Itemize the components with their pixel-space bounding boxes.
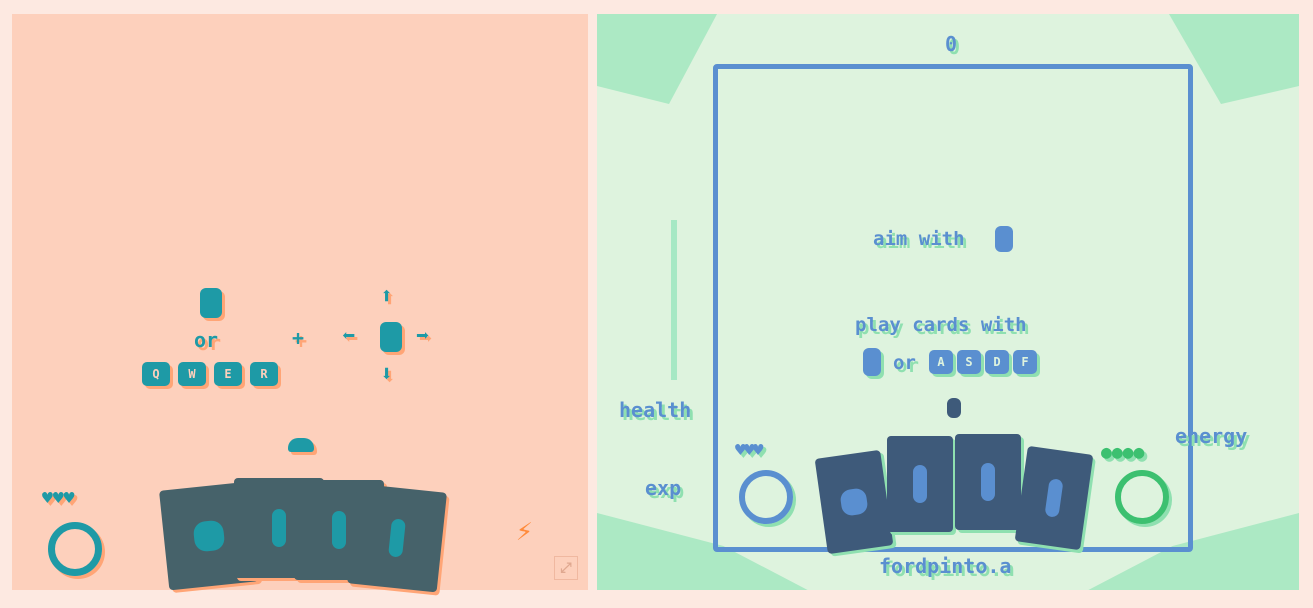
energy-pips: ●●●● [1101,442,1145,463]
key-s: S [957,350,981,374]
fullscreen-button[interactable]: ⤢ [554,556,578,580]
key-row: A S D F [929,350,1037,374]
key-r: R [250,362,278,386]
or-label: or [893,352,916,374]
arrow-right-icon: ➡ [416,324,430,349]
energy-bolt-icon: ⚡ [516,514,533,547]
exp-label: exp [645,476,682,500]
mouse-icon-aim [995,226,1013,252]
energy-ring [1115,470,1169,524]
mouse-icon [200,288,222,318]
arrow-down-icon: ⬇ [380,362,394,387]
tutorial-panel-right: 0 aim with play cards with or A S D F he… [597,14,1299,590]
crystal-icon [913,465,927,503]
arrow-left-icon: ⬅ [342,324,356,349]
card-2[interactable] [887,436,953,532]
claw-icon [192,519,226,553]
card-1[interactable] [814,449,894,555]
health-label: health [619,398,692,422]
key-e: E [214,362,242,386]
card-3[interactable] [955,434,1021,530]
aim-cursor [288,438,314,452]
author-credit: fordpinto.a [879,554,1012,578]
exp-ring [739,470,793,524]
arrow-up-icon: ⬆ [380,284,394,309]
hearts: ♥♥♥ [735,440,763,461]
claw-icon [839,487,869,517]
key-a: A [929,350,953,374]
hearts: ♥♥♥ [42,488,75,509]
aim-label: aim with [873,228,965,250]
play-label: play cards with [855,314,1027,336]
mouse-icon-click [863,348,881,376]
exp-ring [48,522,102,576]
tree-decoration [597,14,717,104]
tutorial-panel-left: or Q W E R + ⬆ ⬇ ⬅ ➡ ♥♥♥ ⚡ ⤢ [12,14,588,593]
crystal-icon [332,511,346,549]
health-bar [671,220,677,380]
card-4[interactable] [1014,445,1094,551]
crystal-icon [272,509,286,547]
or-label: or [194,328,219,352]
energy-label: energy [1175,424,1248,448]
key-q: Q [142,362,170,386]
card-4[interactable] [347,483,447,593]
mouse-icon-aim [380,322,402,352]
crystal-icon [981,463,995,501]
key-w: W [178,362,206,386]
plus-label: + [292,326,305,350]
crystal-icon [388,518,406,558]
key-row: Q W E R [142,362,278,386]
score: 0 [945,32,958,56]
key-d: D [985,350,1009,374]
aim-cursor [947,398,961,418]
crystal-icon [1044,478,1064,518]
key-f: F [1013,350,1037,374]
